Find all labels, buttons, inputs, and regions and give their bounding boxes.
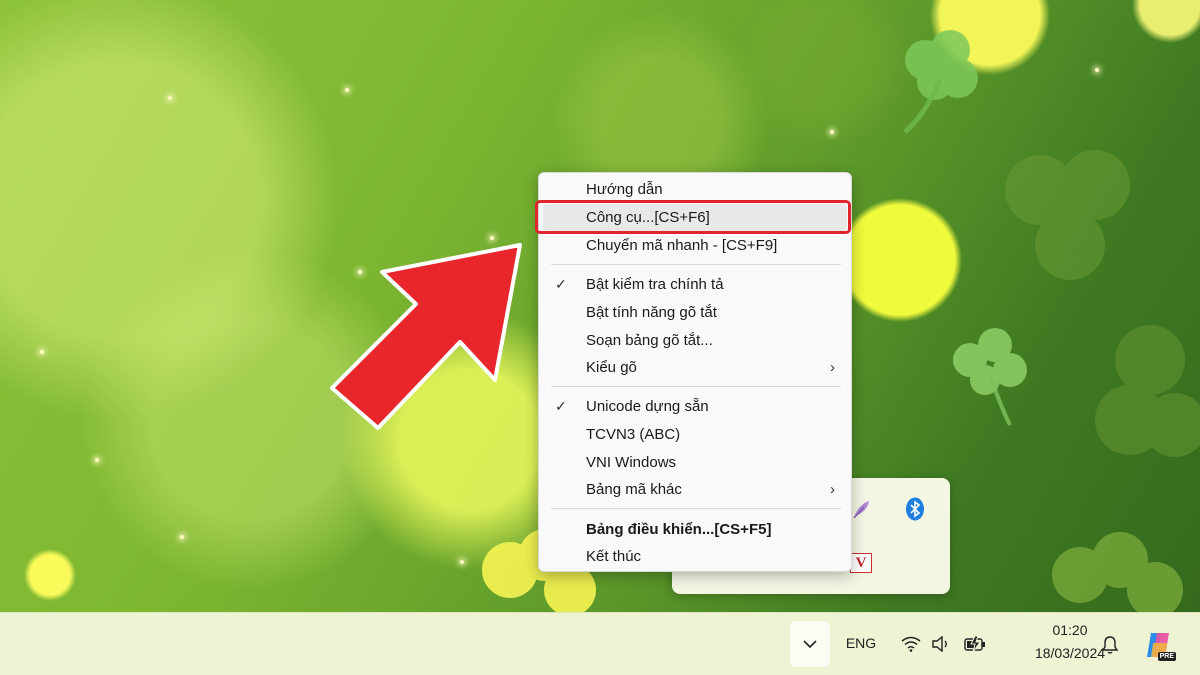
sparkle — [345, 88, 349, 92]
clover-decoration — [1005, 150, 1130, 280]
sparkle — [180, 535, 184, 539]
menu-item-label: VNI Windows — [586, 454, 677, 471]
clover-decoration — [953, 328, 1027, 426]
vietkey-letter: V — [850, 553, 872, 573]
menu-item-label: Hướng dẫn — [586, 181, 663, 198]
menu-item-bang-ma-khac[interactable]: Bảng mã khác › — [543, 476, 847, 503]
menu-item-label: Bật tính năng gõ tắt — [586, 304, 717, 321]
clover-decoration — [903, 30, 978, 134]
menu-item-vni-windows[interactable]: VNI Windows — [543, 449, 847, 476]
sparkle — [830, 130, 834, 134]
bluetooth-icon[interactable] — [902, 496, 928, 522]
chevron-up-icon — [803, 640, 817, 649]
input-language-indicator[interactable]: ENG — [838, 631, 884, 655]
speaker-icon[interactable] — [930, 633, 952, 655]
checkmark-icon: ✓ — [555, 398, 567, 414]
chevron-right-icon: › — [830, 481, 835, 498]
highlight-annotation-box — [535, 200, 851, 234]
menu-item-label: Chuyển mã nhanh - [CS+F9] — [586, 237, 778, 254]
menu-item-go-tat[interactable]: Bật tính năng gõ tắt — [543, 299, 847, 326]
sparkle — [95, 458, 99, 462]
checkmark-icon: ✓ — [555, 276, 567, 292]
battery-charging-icon[interactable] — [962, 633, 988, 655]
red-arrow-annotation — [330, 243, 522, 430]
menu-item-kieu-go[interactable]: Kiểu gõ › — [543, 354, 847, 381]
preview-badge: PRE — [1157, 652, 1176, 661]
taskbar: ENG 01:20 18/03/2024 PRE — [0, 612, 1200, 675]
sparkle — [168, 96, 172, 100]
sparkle — [40, 350, 44, 354]
menu-item-kiem-tra-chinh-ta[interactable]: ✓ Bật kiểm tra chính tả — [543, 271, 847, 298]
sparkle — [1095, 68, 1099, 72]
menu-item-label: Kiểu gõ — [586, 359, 637, 376]
show-hidden-icons-button[interactable] — [790, 621, 830, 667]
chevron-right-icon: › — [830, 359, 835, 376]
menu-item-label: Soạn bảng gõ tắt... — [586, 332, 713, 349]
bell-icon[interactable] — [1098, 633, 1122, 657]
menu-item-chuyen-ma-nhanh[interactable]: Chuyển mã nhanh - [CS+F9] — [543, 232, 847, 259]
menu-item-label: Bảng điều khiển...[CS+F5] — [586, 521, 772, 538]
menu-separator — [551, 508, 841, 509]
menu-item-huong-dan[interactable]: Hướng dẫn — [543, 176, 847, 203]
clover-decoration — [1052, 532, 1183, 612]
menu-item-label: TCVN3 (ABC) — [586, 426, 681, 443]
wifi-icon[interactable] — [900, 633, 922, 655]
menu-item-soan-bang-go-tat[interactable]: Soạn bảng gõ tắt... — [543, 327, 847, 354]
menu-item-bang-dieu-khien[interactable]: Bảng điều khiển...[CS+F5] — [543, 516, 847, 543]
menu-item-label: Kết thúc — [586, 548, 642, 565]
menu-item-label: Unicode dựng sẵn — [586, 398, 709, 415]
menu-separator — [551, 264, 841, 265]
menu-item-label: Bảng mã khác — [586, 481, 682, 498]
menu-item-unicode-dung-san[interactable]: ✓ Unicode dựng sẵn — [543, 393, 847, 420]
copilot-icon[interactable]: PRE — [1142, 627, 1176, 663]
menu-item-ket-thuc[interactable]: Kết thúc — [543, 543, 847, 570]
clover-decoration — [1095, 325, 1200, 457]
menu-item-label: Bật kiểm tra chính tả — [586, 276, 724, 293]
sparkle — [460, 560, 464, 564]
menu-item-tcvn3[interactable]: TCVN3 (ABC) — [543, 421, 847, 448]
menu-separator — [551, 386, 841, 387]
